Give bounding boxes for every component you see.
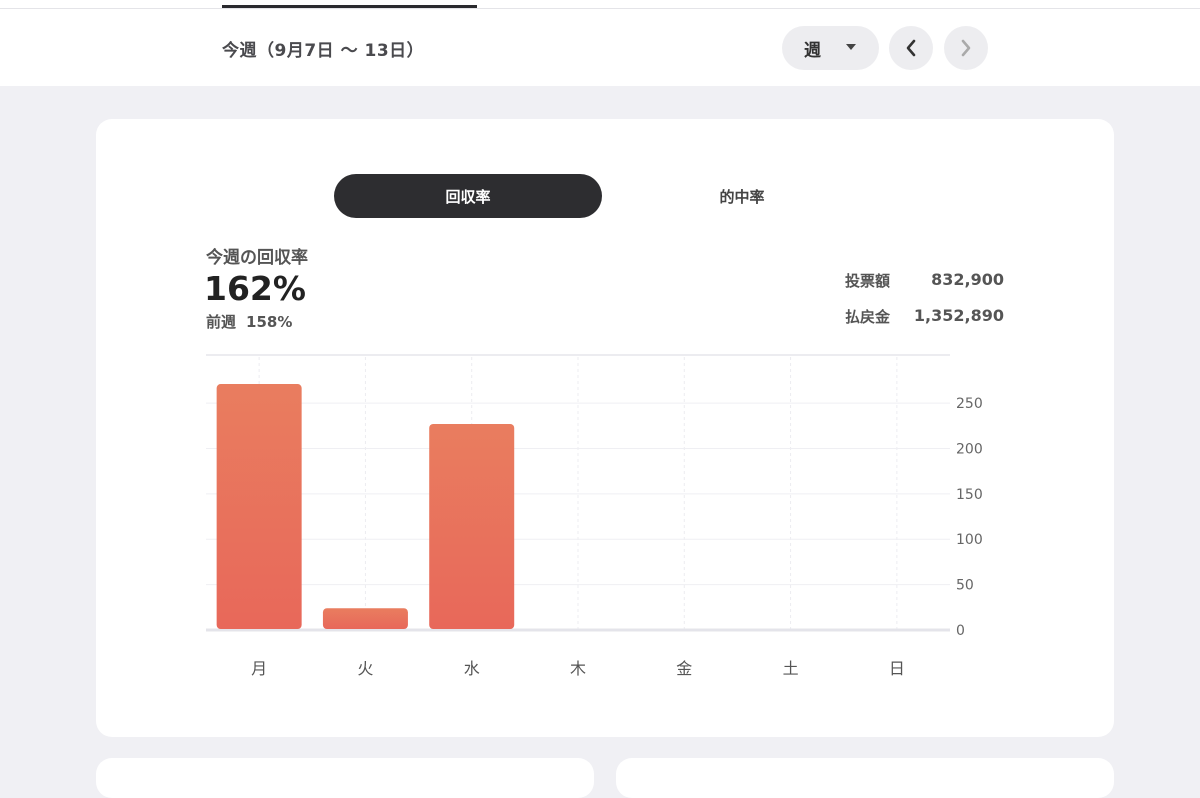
bottom-left-card	[96, 758, 594, 798]
x-category-label: 日	[889, 659, 905, 678]
x-category-label: 金	[676, 659, 692, 678]
y-tick-label: 250	[956, 396, 983, 412]
next-period-button[interactable]	[944, 26, 988, 70]
bottom-right-card	[616, 758, 1114, 798]
tab-divider	[0, 8, 1200, 9]
y-tick-label: 100	[956, 532, 983, 548]
x-category-label: 月	[251, 659, 267, 678]
chevron-right-icon	[961, 39, 971, 57]
bar-水[interactable]	[429, 423, 515, 629]
caret-down-icon	[846, 44, 856, 50]
y-tick-label: 150	[956, 487, 983, 503]
previous-period-button[interactable]	[889, 26, 933, 70]
x-category-label: 水	[464, 659, 480, 678]
bar-月[interactable]	[216, 384, 302, 629]
period-select-value: 週	[804, 40, 821, 61]
x-category-label: 土	[783, 659, 799, 678]
period-label: 今週（9月7日 〜 13日）	[222, 41, 425, 61]
x-category-label: 木	[570, 659, 586, 678]
y-tick-label: 0	[956, 623, 965, 639]
return-rate-card: 回収率 的中率 今週の回収率 162% 前週 158% 投票額 832,900 払…	[96, 119, 1114, 737]
top-bar: 今週（9月7日 〜 13日） 週	[0, 0, 1200, 86]
bar-火[interactable]	[322, 608, 408, 629]
period-select[interactable]: 週	[782, 26, 879, 70]
return-rate-chart: 0 50 100 150 200 250 月 火 水 木 金 土 日	[206, 354, 983, 678]
active-tab-indicator	[222, 5, 477, 8]
x-category-label: 火	[357, 659, 373, 678]
chevron-left-icon	[906, 39, 916, 57]
y-tick-label: 50	[956, 578, 974, 594]
y-tick-label: 200	[956, 441, 983, 457]
